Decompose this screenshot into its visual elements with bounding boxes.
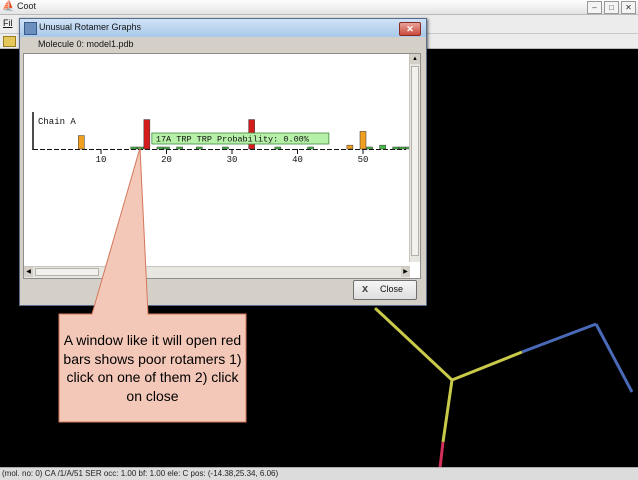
callout-text: A window like it will open red bars show…	[63, 332, 242, 404]
